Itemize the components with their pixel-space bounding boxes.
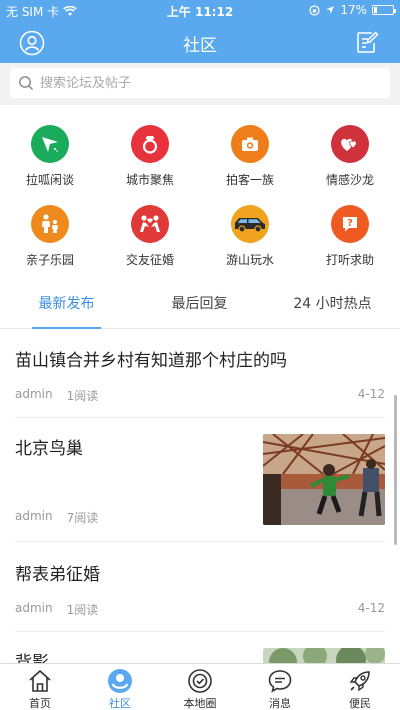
bottom-tab-bar: 首页 社区 本地圈 消息 便民: [0, 663, 400, 710]
post-author: admin: [15, 509, 53, 523]
category-photo[interactable]: 拍客一族: [200, 115, 300, 195]
battery-percent: 17%: [340, 3, 367, 17]
post-title: 帮表弟征婚: [15, 565, 100, 585]
svg-text:?: ?: [347, 218, 353, 229]
nav-bar: 社区: [0, 20, 400, 63]
battery-fill: [374, 7, 378, 13]
post-item[interactable]: 北京鸟巢 admin 7阅读: [15, 418, 385, 542]
post-item[interactable]: 苗山镇合并乡村有知道那个村庄的吗 admin 1阅读 4-12: [15, 330, 385, 418]
category-help[interactable]: ? 打听求助: [300, 195, 400, 275]
hearts-icon: [341, 138, 357, 151]
category-icon-bg: [31, 125, 69, 163]
category-grid: 拉呱闲谈 城市聚焦 拍客一族 情感沙龙 亲子乐园 交友征婚 游山玩水 ? 打听求…: [0, 115, 400, 275]
tabbar-label: 首页: [29, 697, 51, 710]
category-city[interactable]: 城市聚焦: [100, 115, 200, 195]
post-title: 苗山镇合并乡村有知道那个村庄的吗: [15, 351, 287, 371]
category-icon-bg: [231, 125, 269, 163]
tab-label: 24 小时热点: [293, 296, 372, 312]
message-icon: [268, 670, 292, 693]
post-author: admin: [15, 387, 53, 401]
community-icon: [108, 669, 132, 693]
camera-icon: [242, 137, 258, 151]
car-icon: [235, 218, 265, 233]
search-area: [0, 63, 400, 105]
tab-label: 最后回复: [171, 296, 228, 312]
category-label: 打听求助: [325, 253, 374, 267]
category-label: 拍客一族: [225, 173, 274, 187]
category-icon-bg: [131, 125, 169, 163]
category-icon-bg: [331, 125, 369, 163]
category-label: 拉呱闲谈: [25, 173, 74, 187]
ring-icon: [142, 136, 158, 154]
category-label: 城市聚焦: [125, 173, 174, 187]
category-icon-bg: ?: [331, 205, 369, 243]
parent-child-icon: [42, 214, 58, 233]
category-label: 游山玩水: [225, 253, 274, 267]
paper-plane-icon: [42, 137, 58, 152]
tabbar-label: 消息: [269, 697, 291, 710]
post-item[interactable]: 背影: [15, 632, 385, 663]
lock-rotation-icon: [309, 4, 320, 16]
category-dating[interactable]: 交友征婚: [100, 195, 200, 275]
question-icon: ?: [343, 217, 357, 232]
feed-scrollbar[interactable]: [394, 395, 397, 545]
compose-icon[interactable]: [354, 29, 380, 55]
feed-tabs: 最新发布 最后回复 24 小时热点: [0, 283, 400, 329]
category-family[interactable]: 亲子乐园: [0, 195, 100, 275]
location-arrow-icon: [326, 6, 335, 14]
category-label: 交友征婚: [125, 253, 174, 267]
tab-last-reply[interactable]: 最后回复: [133, 283, 266, 329]
tabbar-services[interactable]: 便民: [320, 664, 400, 710]
post-date: 4-12: [357, 601, 385, 615]
category-travel[interactable]: 游山玩水: [200, 195, 300, 275]
birds-nest-photo: [263, 434, 385, 525]
category-emotion[interactable]: 情感沙龙: [300, 115, 400, 195]
tabbar-label: 本地圈: [183, 697, 217, 710]
post-title: 背影: [15, 653, 49, 663]
category-icon-bg: [131, 205, 169, 243]
post-date: 4-12: [357, 387, 385, 401]
search-input[interactable]: [40, 75, 370, 91]
post-thumbnail[interactable]: [263, 434, 385, 525]
local-circle-icon: [188, 669, 212, 693]
category-chat[interactable]: 拉呱闲谈: [0, 115, 100, 195]
couple-icon: [140, 215, 160, 232]
tabbar-label: 便民: [349, 697, 371, 710]
tabbar-home[interactable]: 首页: [0, 664, 80, 710]
trees-photo: [263, 648, 385, 663]
tabbar-community[interactable]: 社区: [80, 664, 160, 710]
page-title: 社区: [183, 36, 217, 56]
tab-latest[interactable]: 最新发布: [0, 283, 133, 329]
category-label: 亲子乐园: [25, 253, 74, 267]
post-thumbnail[interactable]: [263, 648, 385, 663]
tab-underline: [32, 327, 101, 329]
battery-icon: [372, 5, 396, 15]
category-icon-bg: [31, 205, 69, 243]
category-icon-bg: [231, 205, 269, 243]
post-title: 北京鸟巢: [15, 439, 83, 459]
post-item[interactable]: 帮表弟征婚 admin 1阅读 4-12: [15, 542, 385, 632]
status-bar: 无 SIM 卡 上午 11:12 17%: [0, 0, 400, 20]
status-right: 17%: [309, 3, 396, 17]
post-reads: 1阅读: [66, 603, 99, 617]
search-icon: [19, 76, 33, 90]
category-label: 情感沙龙: [325, 173, 374, 187]
post-feed[interactable]: 苗山镇合并乡村有知道那个村庄的吗 admin 1阅读 4-12 北京鸟巢 adm…: [0, 330, 400, 663]
post-reads: 1阅读: [66, 389, 99, 403]
home-icon: [29, 669, 51, 692]
tabbar-messages[interactable]: 消息: [240, 664, 320, 710]
tabbar-label: 社区: [109, 697, 131, 710]
post-author: admin: [15, 601, 53, 615]
post-reads: 7阅读: [66, 511, 99, 525]
post-meta: admin 7阅读: [15, 509, 98, 526]
tab-24h-hot[interactable]: 24 小时热点: [266, 283, 399, 329]
tabbar-local-circle[interactable]: 本地圈: [160, 664, 240, 710]
post-meta: admin 1阅读: [15, 601, 98, 618]
rocket-icon: [349, 671, 370, 692]
search-box[interactable]: [10, 68, 390, 98]
post-meta: admin 1阅读: [15, 387, 98, 404]
tab-label: 最新发布: [38, 296, 95, 312]
